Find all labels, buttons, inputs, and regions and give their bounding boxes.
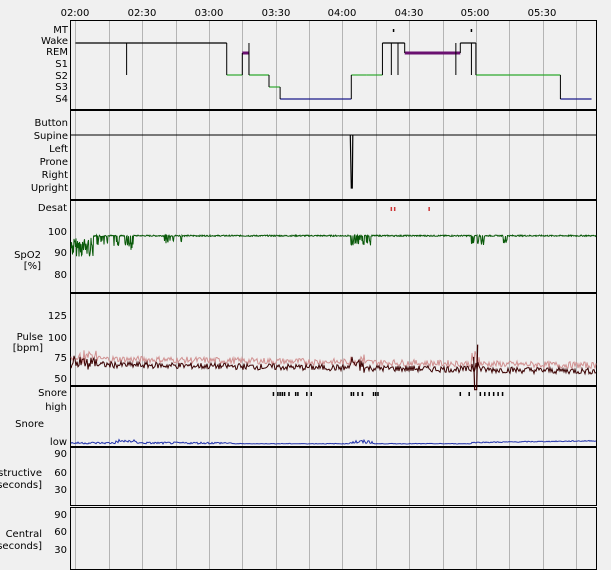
stage-label-wake: Wake [41, 36, 68, 47]
central-tick: 90 [54, 510, 67, 521]
obstructive-panel-frame [70, 447, 597, 506]
position-label-prone: Prone [40, 157, 68, 168]
sleep-study-viewer: 02:00 02:30 03:00 03:30 04:00 04:30 05:0… [0, 0, 611, 570]
stage-label-mt: MT [53, 25, 69, 36]
pulse-tick: 125 [48, 311, 67, 322]
central-title: Central [6, 529, 42, 540]
time-tick: 05:30 [528, 8, 557, 19]
snore-high-label: high [45, 402, 67, 413]
central-tick: 60 [54, 527, 67, 538]
spo2-tick: 90 [54, 248, 67, 259]
time-tick: 03:00 [195, 8, 224, 19]
snore-axis-labels: Snore high Snore low [15, 388, 67, 448]
snore-events-label: Snore [38, 388, 67, 399]
stage-label-rem: REM [46, 47, 68, 58]
obstructive-tick: 30 [54, 485, 67, 496]
sleep-study-chart: 02:00 02:30 03:00 03:30 04:00 04:30 05:0… [0, 8, 597, 570]
central-panel-frame [70, 507, 597, 570]
central-unit: seconds] [0, 541, 42, 552]
pulse-axis-labels: 125 Pulse 100 [bpm] 75 50 [13, 311, 67, 385]
pulse-unit: [bpm] [13, 343, 43, 354]
snore-panel-frame [70, 386, 597, 447]
stage-panel-frame [70, 20, 597, 110]
position-axis-labels: Button Supine Left Prone Right Upright [31, 118, 68, 194]
stage-label-s3: S3 [55, 82, 68, 93]
obstructive-tick: 90 [54, 449, 67, 460]
time-tick: 04:30 [395, 8, 424, 19]
obstructive-tick: 60 [54, 468, 67, 479]
pulse-tick: 50 [54, 374, 67, 385]
time-tick: 02:00 [61, 8, 90, 19]
time-tick: 02:30 [128, 8, 157, 19]
position-label-button: Button [35, 118, 69, 129]
desat-label: Desat [38, 203, 67, 214]
obstructive-unit: seconds] [0, 480, 42, 491]
stage-label-s2: S2 [55, 71, 68, 82]
snore-low-label: low [50, 437, 67, 448]
spo2-tick: 100 [48, 227, 67, 238]
time-axis: 02:00 02:30 03:00 03:30 04:00 04:30 05:0… [61, 8, 557, 19]
spo2-tick: 80 [54, 270, 67, 281]
time-tick: 03:30 [262, 8, 291, 19]
pulse-title: Pulse [17, 332, 43, 343]
pulse-panel-frame [70, 293, 597, 386]
spo2-axis-labels: Desat 100 SpO2 90 [%] 80 [14, 203, 67, 281]
spo2-title: SpO2 [14, 250, 41, 261]
snore-title: Snore [15, 419, 44, 430]
obstructive-title: bstructive [0, 468, 42, 479]
position-label-left: Left [49, 144, 68, 155]
time-tick: 05:00 [461, 8, 490, 19]
position-label-supine: Supine [34, 131, 68, 142]
stage-label-s4: S4 [55, 94, 68, 105]
obstructive-axis-labels: 90 bstructive 60 seconds] 30 [0, 449, 67, 496]
position-label-right: Right [42, 170, 68, 181]
spo2-panel-frame [70, 200, 597, 293]
spo2-unit: [%] [24, 261, 41, 272]
pulse-tick: 75 [54, 353, 67, 364]
position-panel-frame [70, 110, 597, 200]
stage-axis-labels: MT Wake REM S1 S2 S3 S4 [41, 25, 69, 105]
stage-label-s1: S1 [55, 59, 68, 70]
position-label-upright: Upright [31, 183, 68, 194]
pulse-tick: 100 [48, 333, 67, 344]
central-tick: 30 [54, 545, 67, 556]
time-tick: 04:00 [328, 8, 357, 19]
central-axis-labels: 90 Central 60 seconds] 30 [0, 510, 67, 556]
